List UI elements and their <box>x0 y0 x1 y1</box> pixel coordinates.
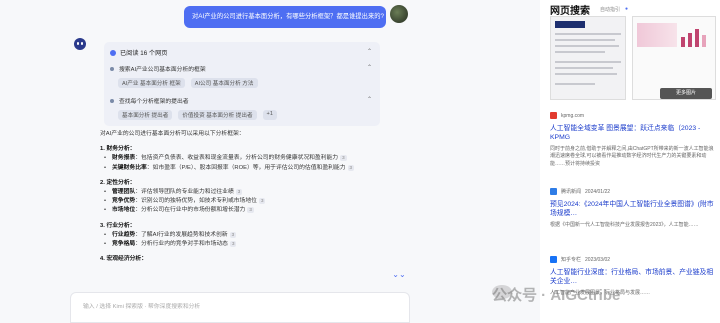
result-source: 知乎专栏 2023/03/02 <box>550 256 610 263</box>
source-name: 腾讯新闻 <box>561 189 582 195</box>
query-chip-row: 基本面分析 提出者 价值投资 基本面分析 提出者 +1 <box>118 110 277 120</box>
result-date: 2024/01/22 <box>585 188 611 195</box>
item-label: 管理团队 <box>112 189 136 196</box>
search-query-text: 查找每个分析框架的提出者 <box>119 99 189 105</box>
user-message: 对AI产业的公司进行基本面分析，有哪些分析框架？都是谁提出来的? <box>184 6 386 28</box>
query-chip[interactable]: 价值投资 基本面分析 提出者 <box>178 110 257 120</box>
chat-input-placeholder: 输入 / 选择 Kimi 探索版 · 帮你深度搜索和分析 <box>83 304 201 310</box>
query-chip-row: AI产业 基本面分析 框架 AI公司 基本面分析 方法 <box>118 78 258 88</box>
source-name: 知乎专栏 <box>561 257 582 263</box>
result-source: 腾讯新闻 2024/01/22 <box>550 188 610 195</box>
result-snippet: 根据《中国新一代人工智能科技产业发展报告2023》，人工智能…… <box>550 222 699 228</box>
item-text: ：了解AI行业的发展趋势和技术创新 <box>135 231 228 238</box>
check-icon <box>110 49 116 56</box>
result-title-link[interactable]: 人工智能全域变革 图景展望：跃迁点来临（2023 - KPMG <box>550 124 716 142</box>
answer-list-item: 管理团队：评估领导团队的专业能力和过往业绩3 <box>100 188 400 197</box>
answer-list-item: 行业趋势：了解AI行业的发展趋势和技术创新3 <box>100 231 400 240</box>
answer-intro: 对AI产业的公司进行基本面分析可以采用以下分析框架： <box>100 131 245 137</box>
assistant-avatar <box>74 38 86 50</box>
citation-ref[interactable]: 3 <box>347 164 355 171</box>
answer-section-title: 1. 财务分析： <box>100 146 136 153</box>
answer-list-item: 竞争优势：识别公司的独特优势，如技术专利或市场地位3 <box>100 197 400 207</box>
chevron-up-icon[interactable]: ⌃ <box>367 64 372 71</box>
item-text: ：识别公司的独特优势，如技术专利或市场地位 <box>135 198 257 205</box>
result-date: 2023/03/02 <box>585 256 611 263</box>
item-label: 财务报表 <box>112 155 136 162</box>
search-query-row[interactable]: 查找每个分析框架的提出者 <box>110 96 189 105</box>
query-bullet-icon <box>110 98 114 103</box>
citation-ref[interactable]: 3 <box>229 231 237 238</box>
chevron-up-icon[interactable]: ⌃ <box>367 48 372 55</box>
item-text: ：评估领导团队的专业能力和过往业绩 <box>135 189 234 196</box>
chevron-up-icon[interactable]: ⌃ <box>367 96 372 103</box>
item-label: 竞争优势 <box>112 198 136 205</box>
panel-subtitle: 自动指引 <box>600 7 621 13</box>
site-favicon-icon <box>550 256 557 263</box>
search-header[interactable]: 已阅读 16 个网页 <box>110 48 167 57</box>
user-avatar[interactable] <box>390 5 408 23</box>
answer-section-title: 2. 定性分析： <box>100 179 136 186</box>
image-thumbnail[interactable] <box>550 16 626 100</box>
result-title-link[interactable]: 预见2024:《2024年中国人工智能行业全景图谱》(附市场规模… <box>550 200 716 218</box>
source-name: kpmg.com <box>561 112 585 119</box>
query-chip-more[interactable]: +1 <box>262 110 277 120</box>
site-favicon-icon <box>550 112 557 119</box>
search-progress-panel: 已阅读 16 个网页 ⌃ 搜索AI产业公司基本面分析的框架 ⌃ AI产业 基本面… <box>104 42 380 126</box>
item-text: ：包括资产负债表、收益表和现金流量表，分析公司的财务健康状况和盈利能力 <box>135 155 339 162</box>
citation-ref[interactable]: 3 <box>340 155 347 162</box>
infographic-icon <box>637 23 677 47</box>
search-query-row[interactable]: 搜索AI产业公司基本面分析的框架 <box>110 64 206 73</box>
answer-section-title: 4. 宏观经济分析： <box>100 256 148 263</box>
item-label: 市场地位 <box>112 207 136 214</box>
result-source: kpmg.com <box>550 112 584 119</box>
site-favicon-icon <box>550 188 557 195</box>
bar-graphic-icon <box>681 29 706 47</box>
info-icon[interactable]: ● <box>625 6 628 12</box>
query-bullet-icon <box>110 66 114 71</box>
item-label: 行业趋势 <box>112 231 136 238</box>
citation-ref[interactable]: 3 <box>258 198 266 205</box>
more-images-button[interactable]: 更多图片 <box>660 88 712 99</box>
assistant-answer: 对AI产业的公司进行基本面分析可以采用以下分析框架： 1. 财务分析： 财务报表… <box>100 130 400 264</box>
item-text: ：分析行业内的竞争对手和市场动态 <box>135 241 228 248</box>
search-query-text: 搜索AI产业公司基本面分析的框架 <box>119 67 206 73</box>
citation-ref[interactable]: 3 <box>229 241 237 248</box>
citation-ref[interactable]: 3 <box>247 207 254 214</box>
answer-list-item: 财务报表：包括资产负债表、收益表和现金流量表，分析公司的财务健康状况和盈利能力3 <box>100 154 400 164</box>
answer-list-item: 关键财务比率：如市盈率（P/E）、股本回报率（ROE）等，用于评估公司的估值和盈… <box>100 164 400 173</box>
query-chip[interactable]: AI产业 基本面分析 框架 <box>118 78 185 88</box>
panel-title: 网页搜索 <box>550 6 590 17</box>
item-text: ：分析公司在行业中的市场份额和增长潜力 <box>135 207 246 214</box>
web-search-panel: 网页搜索 自动指引 ● 更多图片 kpmg.com 人工智能全域变革 图景展望：… <box>540 0 720 323</box>
search-header-label: 已阅读 16 个网页 <box>120 50 168 57</box>
chat-panel: 对AI产业的公司进行基本面分析，有哪些分析框架？都是谁提出来的? 已阅读 16 … <box>0 0 540 323</box>
chat-input[interactable]: 输入 / 选择 Kimi 探索版 · 帮你深度搜索和分析 <box>70 292 410 323</box>
query-chip[interactable]: AI公司 基本面分析 方法 <box>190 78 258 88</box>
item-text: ：如市盈率（P/E）、股本回报率（ROE）等，用于评估公司的估值和盈利能力 <box>146 164 346 171</box>
answer-section-title: 3. 行业分析： <box>100 222 136 229</box>
answer-list-item: 市场地位：分析公司在行业中的市场份额和增长潜力3 <box>100 206 400 216</box>
watermark: 公众号 · AIGCtribe <box>492 287 621 304</box>
scroll-down-icon[interactable]: ⌄⌄ <box>392 268 406 282</box>
item-label: 关键财务比率 <box>112 164 147 171</box>
answer-list-item: 竞争格局：分析行业内的竞争对手和市场动态3 <box>100 240 400 249</box>
citation-ref[interactable]: 3 <box>235 189 243 196</box>
item-label: 竞争格局 <box>112 241 136 248</box>
kpmg-logo-icon <box>555 21 585 28</box>
result-snippet: 同时于前身之前,借助于并解释之间,由ChatGPT所带来的新一波人工智能浪潮迅速… <box>550 146 714 167</box>
query-chip[interactable]: 基本面分析 提出者 <box>118 110 173 120</box>
